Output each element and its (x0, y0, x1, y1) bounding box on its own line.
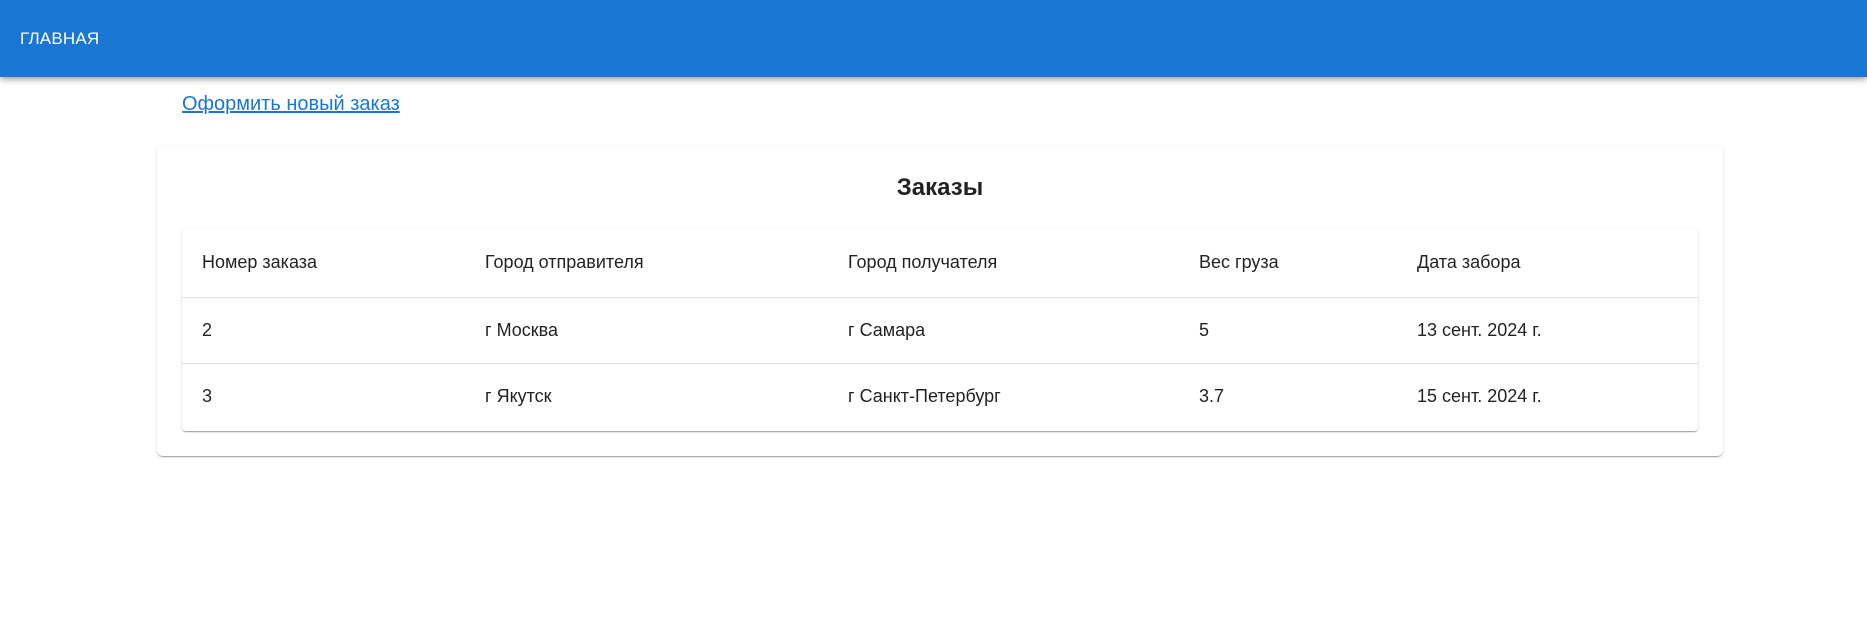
app-bar: ГЛАВНАЯ (0, 0, 1867, 77)
new-order-link[interactable]: Оформить новый заказ (182, 93, 400, 116)
orders-table-container: Номер заказа Город отправителя Город пол… (182, 228, 1698, 431)
column-header-recipient-city: Город получателя (828, 228, 1179, 298)
cell-pickup-date: 13 сент. 2024 г. (1397, 297, 1698, 364)
column-header-pickup-date: Дата забора (1397, 228, 1698, 298)
table-row: 3 г Якутск г Санкт-Петербург 3.7 15 сент… (182, 363, 1698, 429)
cell-order-number: 3 (202, 385, 213, 406)
column-header-order-number: Номер заказа (182, 228, 465, 298)
cell-sender-city: г Якутск (485, 385, 552, 406)
table-row: 2 г Москва г Самара 5 13 сент. 2024 г. (182, 297, 1698, 364)
column-header-cargo-weight: Вес груза (1179, 228, 1397, 298)
cell-cargo-weight: 3.7 (1199, 385, 1225, 406)
cell-order-number: 2 (182, 297, 465, 364)
cell-sender-city: г Москва (465, 297, 828, 364)
cell-recipient-city: г Самара (828, 297, 1179, 364)
cell-pickup-date: 15 сент. 2024 г. (1417, 385, 1542, 406)
orders-title: Заказы (896, 174, 984, 201)
cell-cargo-weight: 5 (1179, 297, 1397, 364)
orders-table: Номер заказа Город отправителя Город пол… (182, 228, 1698, 429)
orders-card: Заказы Номер заказа Город отправителя Го… (157, 146, 1723, 456)
table-header-row: Номер заказа Город отправителя Город пол… (182, 228, 1698, 298)
column-header-sender-city: Город отправителя (465, 228, 828, 298)
nav-home-link[interactable]: ГЛАВНАЯ (20, 29, 99, 49)
cell-recipient-city: г Санкт-Петербург (848, 385, 1001, 406)
